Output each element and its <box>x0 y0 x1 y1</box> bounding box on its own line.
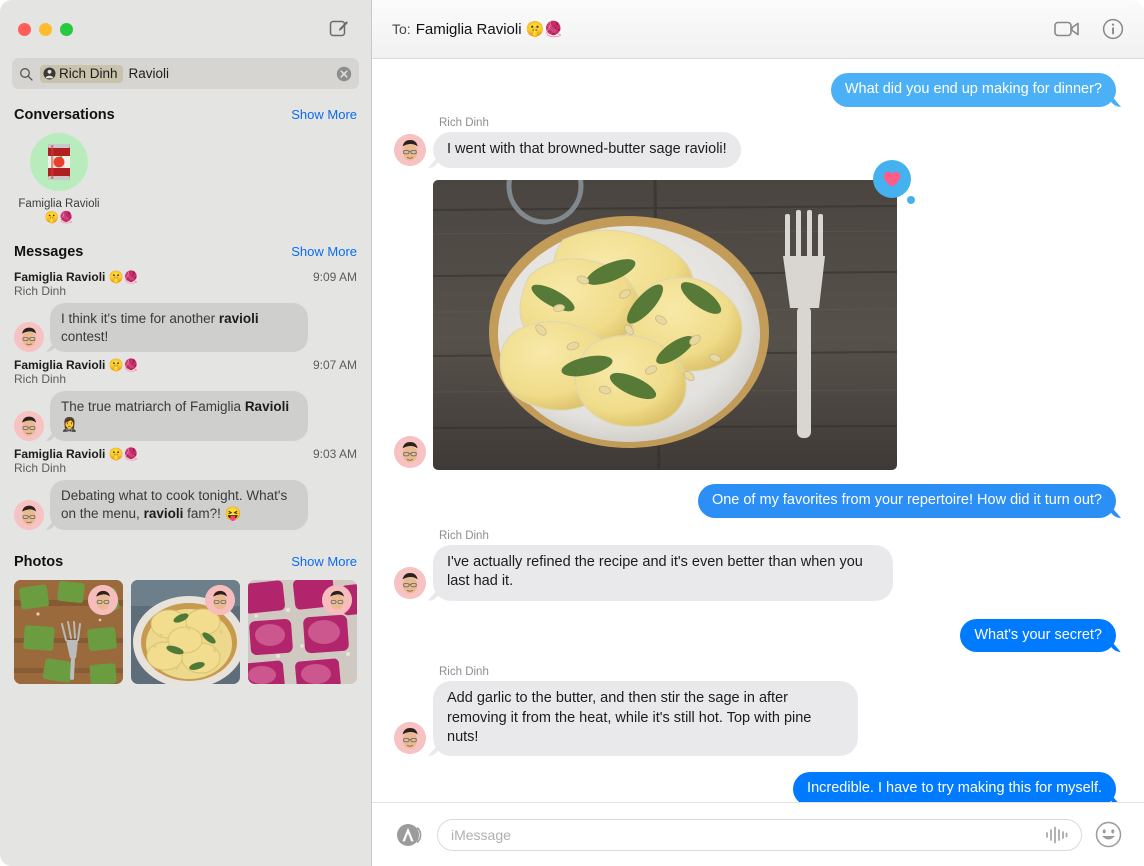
conversations-title: Conversations <box>14 107 115 123</box>
minimize-button[interactable] <box>39 22 52 36</box>
result-preview: I think it's time for another ravioli co… <box>50 302 308 353</box>
result-time: 9:03 AM <box>312 447 357 461</box>
avatar <box>394 436 426 469</box>
message-row: Rich Dinh Add garlic to the butter, and … <box>394 666 1122 757</box>
conversation-name: Famiglia Ravioli 🤫🧶 <box>18 198 100 225</box>
close-button[interactable] <box>18 22 31 36</box>
info-icon[interactable] <box>1102 18 1124 40</box>
incoming-bubble[interactable]: I went with that browned-butter sage rav… <box>433 131 741 169</box>
chat-header: To: Famiglia Ravioli 🤫🧶 <box>372 0 1144 59</box>
photos-list <box>0 576 371 684</box>
result-preview: The true matriarch of Famiglia Ravioli 🤵… <box>50 391 308 441</box>
header-actions <box>1054 18 1124 40</box>
photos-section-header: Photos Show More <box>0 536 371 576</box>
sender-name: Rich Dinh <box>439 116 489 129</box>
message-composer: iMessage <box>372 802 1144 866</box>
message-row: What did you end up making for dinner? <box>394 73 1122 107</box>
audio-waveform-icon[interactable] <box>1044 826 1068 844</box>
outgoing-bubble[interactable]: Incredible. I have to try making this fo… <box>793 772 1116 802</box>
result-preview: Debating what to cook tonight. What's on… <box>50 480 308 530</box>
sender-name: Rich Dinh <box>439 529 489 542</box>
result-thread-name: Famiglia Ravioli 🤫🧶 <box>14 358 139 373</box>
to-label: To: <box>392 21 411 37</box>
incoming-bubble[interactable]: Add garlic to the butter, and then stir … <box>433 681 858 757</box>
list-item[interactable]: Famiglia Ravioli 🤫🧶 9:09 AM Rich Dinh I … <box>0 266 371 355</box>
clear-icon[interactable] <box>336 66 352 82</box>
result-sender: Rich Dinh <box>14 372 67 387</box>
message-row: One of my favorites from your repertoire… <box>394 484 1122 518</box>
photo-message[interactable] <box>433 160 915 471</box>
search-input[interactable]: Rich Dinh Ravioli <box>12 58 359 89</box>
conversation-avatar <box>30 133 88 191</box>
photo-sender-avatar <box>88 584 118 615</box>
photo-thumbnail[interactable] <box>248 579 357 684</box>
photos-show-more[interactable]: Show More <box>291 554 357 569</box>
traffic-lights <box>18 22 73 36</box>
outgoing-bubble[interactable]: One of my favorites from your repertoire… <box>697 484 1116 518</box>
zoom-button[interactable] <box>60 22 73 36</box>
result-time: 9:07 AM <box>312 358 357 373</box>
avatar <box>394 134 426 167</box>
message-row: What's your secret? <box>394 618 1122 653</box>
outgoing-bubble[interactable]: What did you end up making for dinner? <box>830 73 1116 107</box>
message-thread: What did you end up making for dinner? R… <box>372 59 1144 802</box>
search-area: Rich Dinh Ravioli <box>0 58 371 89</box>
app-store-icon[interactable] <box>394 820 424 850</box>
photo-thumbnail[interactable] <box>131 579 240 684</box>
sender-name: Rich Dinh <box>439 666 489 679</box>
message-results-list: Famiglia Ravioli 🤫🧶 9:09 AM Rich Dinh I … <box>0 266 371 536</box>
conversation-item[interactable]: Famiglia Ravioli 🤫🧶 <box>14 133 104 226</box>
messages-section-header: Messages Show More <box>0 226 371 266</box>
messages-title: Messages <box>14 243 84 260</box>
list-item[interactable]: Famiglia Ravioli 🤫🧶 9:03 AM Rich Dinh De… <box>0 443 371 532</box>
search-token-label: Rich Dinh <box>59 65 118 81</box>
result-sender: Rich Dinh <box>14 461 67 475</box>
message-row: Incredible. I have to try making this fo… <box>394 772 1122 802</box>
photo-sender-avatar <box>205 584 235 615</box>
search-icon <box>19 67 34 81</box>
avatar <box>394 566 426 599</box>
recipient-name[interactable]: Famiglia Ravioli 🤫🧶 <box>416 20 563 38</box>
photo-attachment[interactable] <box>433 180 897 471</box>
result-time: 9:09 AM <box>312 269 357 284</box>
photo-sender-avatar <box>322 584 352 615</box>
outgoing-bubble[interactable]: What's your secret? <box>960 618 1116 653</box>
result-thread-name: Famiglia Ravioli 🤫🧶 <box>14 269 139 284</box>
photo-thumbnail[interactable] <box>14 579 123 684</box>
conversations-show-more[interactable]: Show More <box>291 107 357 122</box>
conversations-list: Famiglia Ravioli 🤫🧶 <box>0 129 371 226</box>
sidebar-titlebar <box>0 0 371 58</box>
chat-pane: To: Famiglia Ravioli 🤫🧶 What did you end… <box>372 0 1144 866</box>
avatar <box>14 322 44 353</box>
messages-window: Rich Dinh Ravioli Conversations Show Mor… <box>0 0 1144 866</box>
result-sender: Rich Dinh <box>14 283 67 298</box>
avatar <box>14 499 44 530</box>
messages-show-more[interactable]: Show More <box>291 244 357 259</box>
result-thread-name: Famiglia Ravioli 🤫🧶 <box>14 447 139 461</box>
search-token-contact[interactable]: Rich Dinh <box>40 64 123 83</box>
search-query-text: Ravioli <box>128 66 170 81</box>
incoming-bubble[interactable]: I've actually refined the recipe and it'… <box>433 544 893 601</box>
message-row <box>394 160 1122 471</box>
tapback-tail-dot <box>907 196 915 205</box>
avatar <box>14 411 44 441</box>
tapback-heart-badge[interactable] <box>873 160 911 199</box>
photos-title: Photos <box>14 553 64 570</box>
compose-icon[interactable] <box>325 14 353 42</box>
message-row: Rich Dinh I went with that browned-butte… <box>394 116 1122 169</box>
conversations-section-header: Conversations Show More <box>0 89 371 129</box>
message-row: Rich Dinh I've actually refined the reci… <box>394 530 1122 601</box>
sidebar: Rich Dinh Ravioli Conversations Show Mor… <box>0 0 372 866</box>
imessage-placeholder: iMessage <box>451 826 511 843</box>
list-item[interactable]: Famiglia Ravioli 🤫🧶 9:07 AM Rich Dinh Th… <box>0 354 371 443</box>
imessage-input[interactable]: iMessage <box>437 818 1082 851</box>
video-camera-icon[interactable] <box>1054 19 1080 39</box>
emoji-smiley-icon[interactable] <box>1095 821 1122 848</box>
person-icon <box>43 67 56 80</box>
avatar <box>394 722 426 755</box>
